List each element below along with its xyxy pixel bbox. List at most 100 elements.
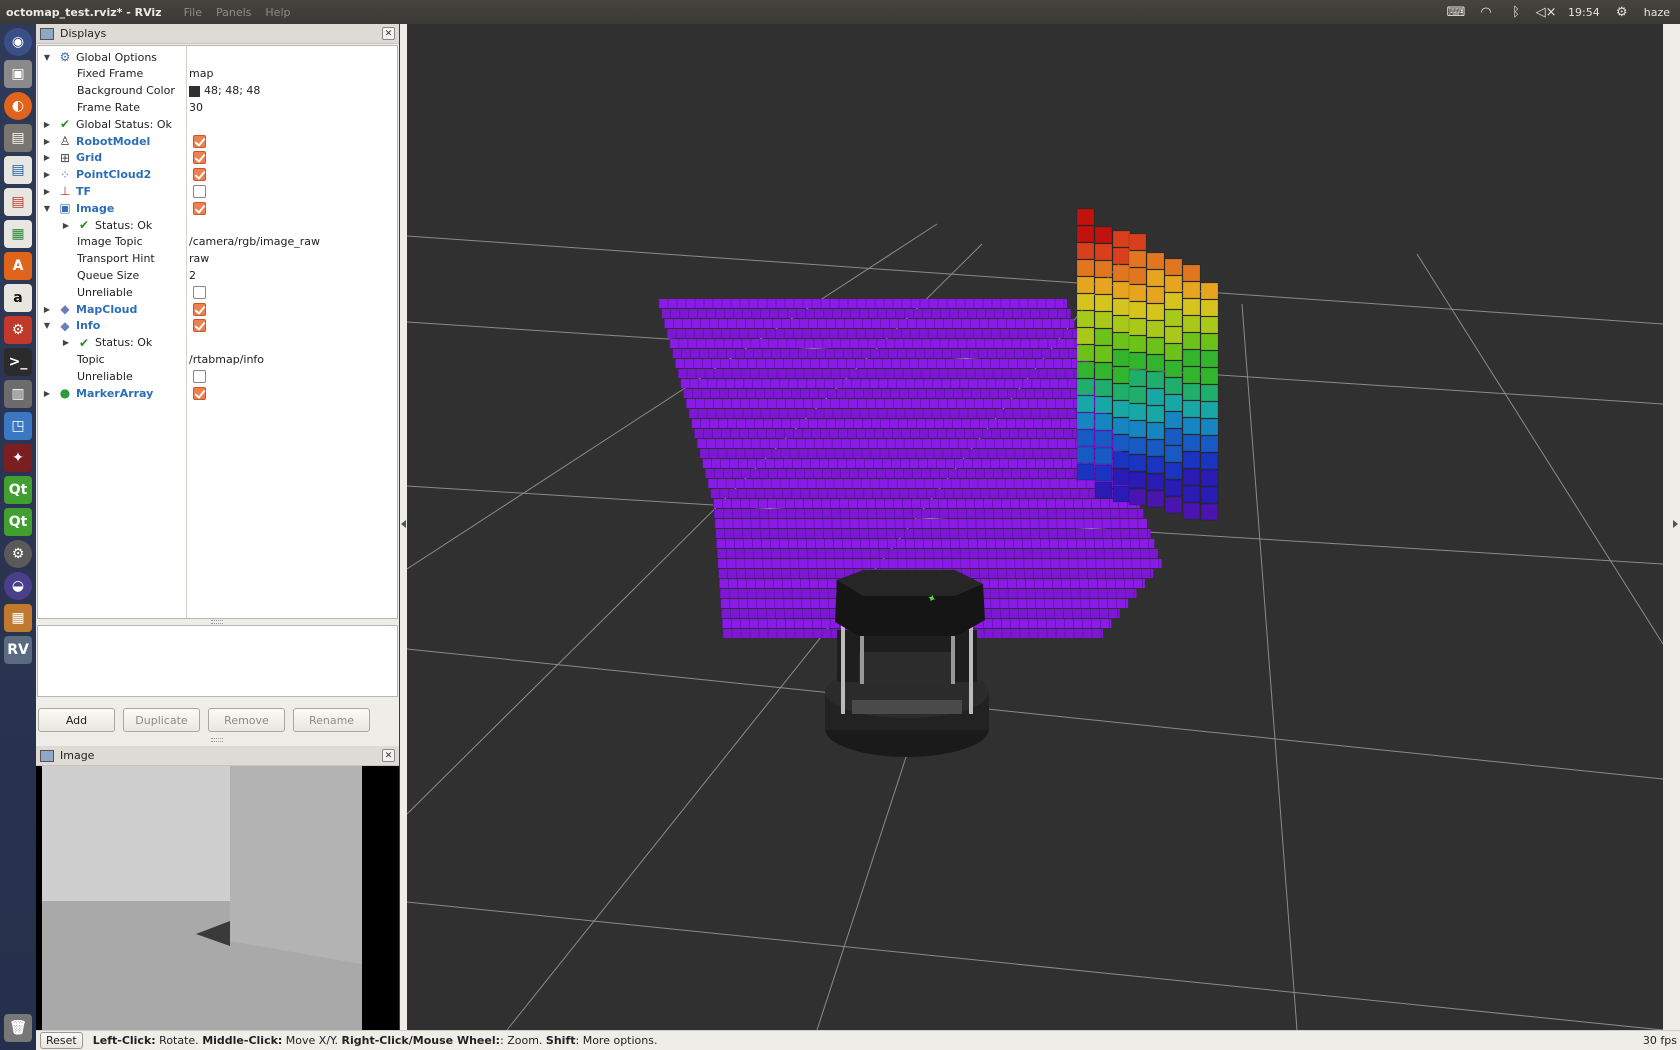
amazon-icon[interactable]: a xyxy=(4,284,32,312)
writer-icon[interactable]: ▤ xyxy=(4,156,32,184)
collapsed-arrow-icon[interactable]: ▶ xyxy=(42,153,52,162)
tree-row-grid[interactable]: ▶ ⊞ Grid xyxy=(38,149,397,167)
close-icon[interactable]: ✕ xyxy=(382,27,395,40)
enable-checkbox[interactable] xyxy=(193,151,206,165)
camera-image-view[interactable] xyxy=(36,766,399,1030)
splitter-handle-2[interactable] xyxy=(211,738,223,742)
dock-splitter[interactable] xyxy=(400,24,407,1030)
collapse-right-arrow-icon[interactable] xyxy=(1673,520,1678,528)
tree-row-image[interactable]: ▼ ▣ Image xyxy=(38,199,397,217)
tree-row-image-topic[interactable]: Image Topic/camera/rgb/image_raw xyxy=(38,233,397,251)
system-tool-icon[interactable]: ⚙ xyxy=(4,540,32,568)
image-panel-title-bar[interactable]: Image ✕ xyxy=(36,746,399,766)
tree-row-unreliable[interactable]: Unreliable xyxy=(38,367,397,385)
expanded-arrow-icon[interactable]: ▼ xyxy=(42,204,52,213)
expanded-arrow-icon[interactable]: ▼ xyxy=(42,321,52,330)
tree-row-value[interactable]: map xyxy=(189,67,213,80)
menu-panels[interactable]: Panels xyxy=(216,6,251,19)
displays-tree[interactable]: ▼ ⚙ Global Options Fixed Frame map Background… xyxy=(37,45,398,619)
workspaces-icon[interactable]: ▦ xyxy=(4,604,32,632)
collapsed-arrow-icon[interactable]: ▶ xyxy=(42,137,52,146)
close-icon[interactable]: ✕ xyxy=(382,749,395,762)
bluetooth-icon[interactable]: ᛒ xyxy=(1508,5,1524,20)
tree-row-value[interactable]: /camera/rgb/image_raw xyxy=(189,235,320,248)
rviz-icon[interactable]: RV xyxy=(4,636,32,664)
tree-row-mapcloud[interactable]: ▶ ◆ MapCloud xyxy=(38,300,397,318)
tree-row-background-color[interactable]: Background Color 48; 48; 48 xyxy=(38,82,397,100)
firefox-icon[interactable]: ◐ xyxy=(4,92,32,120)
displays-panel-title-bar[interactable]: Displays ✕ xyxy=(36,24,399,44)
collapsed-arrow-icon[interactable]: ▶ xyxy=(61,338,71,347)
tree-row-tf[interactable]: ▶ ⊥ TF xyxy=(38,182,397,200)
camera-app-icon[interactable]: ▣ xyxy=(4,60,32,88)
tree-row-transport-hint[interactable]: Transport Hint raw xyxy=(38,250,397,268)
collapsed-arrow-icon[interactable]: ▶ xyxy=(42,389,52,398)
qt-creator-icon[interactable]: Qt xyxy=(4,476,32,504)
expanded-arrow-icon[interactable]: ▼ xyxy=(42,53,52,62)
app-icon[interactable]: ▥ xyxy=(4,380,32,408)
enable-checkbox[interactable] xyxy=(193,201,206,215)
enable-checkbox[interactable] xyxy=(193,319,206,333)
app2-icon[interactable]: ✦ xyxy=(4,444,32,472)
volume-muted-icon[interactable]: ◁× xyxy=(1536,5,1557,20)
tree-row-markerarray[interactable]: ▶ ● MarkerArray xyxy=(38,384,397,402)
3d-viewport[interactable]: ✦ xyxy=(407,24,1663,1030)
terminal-icon[interactable]: >_ xyxy=(4,348,32,376)
menu-file[interactable]: File xyxy=(184,6,202,19)
tree-row-status-ok[interactable]: ▶ ✔ Status: Ok xyxy=(38,216,397,234)
rename-button[interactable]: Rename xyxy=(293,708,370,732)
user-name[interactable]: haze xyxy=(1644,6,1670,19)
splitter-handle[interactable] xyxy=(211,620,223,624)
tree-row-value[interactable]: raw xyxy=(189,252,209,265)
menu-help[interactable]: Help xyxy=(265,6,290,19)
tree-row-info[interactable]: ▼ ◆ Info xyxy=(38,317,397,335)
impress-icon[interactable]: ▤ xyxy=(4,188,32,216)
tree-row-frame-rate[interactable]: Frame Rate 30 xyxy=(38,98,397,116)
tree-row-topic[interactable]: Topic/rtabmap/info xyxy=(38,350,397,368)
tree-row-value[interactable]: /rtabmap/info xyxy=(189,353,264,366)
tree-row-fixed-frame[interactable]: Fixed Frame map xyxy=(38,65,397,83)
color-swatch[interactable] xyxy=(189,85,200,97)
tree-row-global-options[interactable]: ▼ ⚙ Global Options xyxy=(38,48,397,66)
trash-icon[interactable]: 🗑 xyxy=(4,1014,32,1042)
collapse-left-arrow-icon[interactable] xyxy=(401,520,406,528)
right-dock-edge[interactable] xyxy=(1663,24,1680,1030)
tree-row-status-ok[interactable]: ▶ ✔ Status: Ok xyxy=(38,334,397,352)
enable-checkbox[interactable] xyxy=(193,302,206,316)
eclipse-icon[interactable]: ◒ xyxy=(4,572,32,600)
wifi-icon[interactable]: ◠ xyxy=(1478,5,1494,20)
gear-icon[interactable]: ⚙ xyxy=(1614,5,1630,20)
collapsed-arrow-icon[interactable]: ▶ xyxy=(61,221,71,230)
collapsed-arrow-icon[interactable]: ▶ xyxy=(42,120,52,129)
keyboard-icon[interactable]: ⌨ xyxy=(1447,5,1466,20)
dash-icon[interactable]: ◉ xyxy=(4,28,32,56)
tree-row-robotmodel[interactable]: ▶ ♙ RobotModel xyxy=(38,132,397,150)
collapsed-arrow-icon[interactable]: ▶ xyxy=(42,187,52,196)
remove-button[interactable]: Remove xyxy=(208,708,285,732)
files-icon[interactable]: ▤ xyxy=(4,124,32,152)
enable-checkbox[interactable] xyxy=(193,134,206,148)
tree-row-value[interactable]: 48; 48; 48 xyxy=(189,84,260,97)
enable-checkbox[interactable] xyxy=(193,386,206,400)
qt-creator-icon-2[interactable]: Qt xyxy=(4,508,32,536)
reset-button[interactable]: Reset xyxy=(40,1032,83,1049)
enable-checkbox[interactable] xyxy=(193,184,206,198)
collapsed-arrow-icon[interactable]: ▶ xyxy=(42,305,52,314)
collapsed-arrow-icon[interactable]: ▶ xyxy=(42,170,52,179)
clock[interactable]: 19:54 xyxy=(1568,6,1600,19)
tree-row-queue-size[interactable]: Queue Size 2 xyxy=(38,266,397,284)
tree-row-pointcloud2[interactable]: ▶ ⁘ PointCloud2 xyxy=(38,166,397,184)
duplicate-button[interactable]: Duplicate xyxy=(123,708,200,732)
add-button[interactable]: Add xyxy=(38,708,115,732)
tree-row-global-status-ok[interactable]: ▶ ✔ Global Status: Ok xyxy=(38,115,397,133)
tree-row-value[interactable]: 30 xyxy=(189,101,203,114)
remote-desktop-icon[interactable]: ◳ xyxy=(4,412,32,440)
software-center-icon[interactable]: A xyxy=(4,252,32,280)
enable-checkbox[interactable] xyxy=(193,369,206,383)
settings-icon[interactable]: ⚙ xyxy=(4,316,32,344)
calc-icon[interactable]: ▦ xyxy=(4,220,32,248)
enable-checkbox[interactable] xyxy=(193,168,206,182)
enable-checkbox[interactable] xyxy=(193,285,206,299)
tree-row-unreliable[interactable]: Unreliable xyxy=(38,283,397,301)
tree-row-value[interactable]: 2 xyxy=(189,269,196,282)
